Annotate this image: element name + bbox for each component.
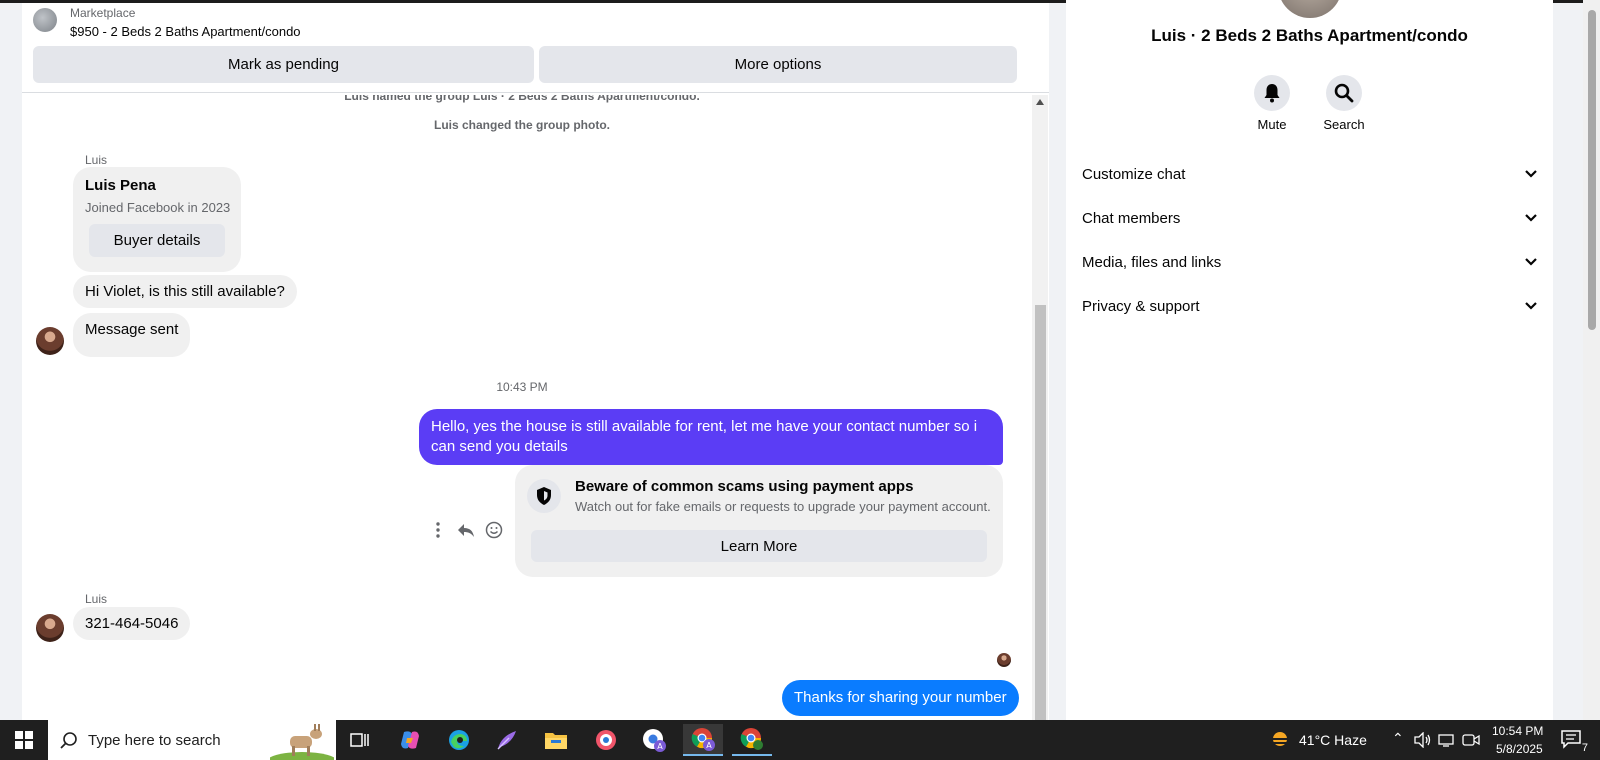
svg-text:A: A	[657, 742, 663, 751]
system-message-photo: Luis changed the group photo.	[434, 118, 610, 132]
chevron-down-icon	[1525, 258, 1537, 266]
bell-icon	[1264, 84, 1280, 103]
chat-panel: Marketplace $950 - 2 Beds 2 Baths Apartm…	[22, 3, 1049, 720]
notifications-icon[interactable]: 7	[1556, 724, 1590, 756]
windows-logo-icon	[15, 731, 33, 749]
file-explorer-icon[interactable]	[536, 724, 576, 756]
react-emoji-icon[interactable]	[484, 520, 504, 540]
outgoing-message[interactable]: Thanks for sharing your number	[782, 680, 1019, 716]
clock-date[interactable]: 5/8/2025	[1496, 742, 1543, 756]
message-timestamp: 10:43 PM	[496, 380, 548, 394]
reply-icon[interactable]	[456, 520, 476, 540]
scroll-up-arrow-icon[interactable]	[1036, 99, 1044, 105]
sender-name: Luis	[85, 592, 108, 606]
incoming-message[interactable]: Message sent	[73, 313, 191, 357]
group-photo[interactable]	[1278, 0, 1342, 18]
start-button[interactable]	[4, 724, 44, 756]
section-label: Chat members	[1082, 209, 1181, 227]
mute-button[interactable]	[1254, 75, 1290, 111]
snipping-tool-icon[interactable]	[586, 724, 626, 756]
luis-avatar[interactable]	[36, 327, 64, 355]
search-icon	[60, 732, 77, 749]
sender-name: Luis	[85, 153, 108, 167]
section-label: Customize chat	[1082, 165, 1186, 183]
incoming-message[interactable]: Hi Violet, is this still available?	[73, 275, 297, 308]
marketplace-header: Marketplace $950 - 2 Beds 2 Baths Apartm…	[22, 3, 1049, 93]
read-receipt-avatar	[997, 653, 1011, 667]
more-actions-icon[interactable]	[428, 520, 448, 540]
buyer-profile-card: Luis Pena Joined Facebook in 2023 Buyer …	[73, 167, 241, 272]
weather-haze-icon[interactable]	[1265, 724, 1295, 756]
donkey-illustration-icon	[270, 724, 334, 760]
chat-scroll-thumb[interactable]	[1035, 305, 1046, 720]
search-icon	[1334, 83, 1354, 103]
notification-count: 7	[1581, 742, 1588, 754]
more-options-button[interactable]: More options	[539, 46, 1017, 83]
chevron-down-icon	[1525, 170, 1537, 178]
buyer-name: Luis Pena	[85, 177, 156, 194]
learn-more-button[interactable]: Learn More	[531, 530, 987, 562]
chat-members-section[interactable]: Chat members	[1082, 198, 1538, 238]
windows-taskbar: Type here to search A A 41°C Haze ⌃ 10:5	[0, 720, 1600, 760]
marketplace-label: Marketplace	[70, 6, 136, 20]
clock-time[interactable]: 10:54 PM	[1492, 724, 1543, 738]
meet-now-icon[interactable]	[1460, 724, 1482, 756]
weather-text[interactable]: 41°C Haze	[1299, 732, 1367, 748]
copilot-icon[interactable]	[390, 724, 430, 756]
scam-warning-subtitle: Watch out for fake emails or requests to…	[575, 499, 991, 514]
chevron-down-icon	[1525, 302, 1537, 310]
scam-warning-title: Beware of common scams using payment app…	[575, 478, 914, 495]
section-label: Media, files and links	[1082, 253, 1222, 271]
listing-thumbnail[interactable]	[33, 8, 57, 32]
mute-label: Mute	[1257, 117, 1287, 132]
buyer-joined-text: Joined Facebook in 2023	[85, 200, 231, 215]
svg-text:A: A	[706, 741, 712, 750]
conversation-details-panel: Luis · 2 Beds 2 Baths Apartment/condo Mu…	[1066, 0, 1553, 720]
customize-chat-section[interactable]: Customize chat	[1082, 154, 1538, 194]
incoming-message-phone[interactable]: 321-464-5046	[73, 607, 191, 640]
task-view-icon[interactable]	[340, 724, 380, 756]
network-icon[interactable]	[1436, 724, 1458, 756]
chrome-profile-a-icon[interactable]: A	[634, 724, 674, 756]
outgoing-message-line: Hello, yes the house is still available …	[431, 418, 978, 435]
browser-scroll-thumb[interactable]	[1588, 10, 1596, 330]
chevron-down-icon	[1525, 214, 1537, 222]
listing-title[interactable]: $950 - 2 Beds 2 Baths Apartment/condo	[70, 24, 301, 39]
search-conversation-button[interactable]	[1326, 75, 1362, 111]
luis-avatar[interactable]	[36, 614, 64, 642]
feather-app-icon[interactable]	[487, 724, 527, 756]
browser-scrollbar[interactable]	[1583, 0, 1600, 720]
chrome-browser-icon[interactable]	[732, 724, 772, 756]
edge-browser-icon[interactable]	[439, 724, 479, 756]
show-hidden-icons-chevron-icon[interactable]: ⌃	[1392, 730, 1404, 747]
taskbar-search-placeholder: Type here to search	[88, 731, 221, 749]
mark-as-pending-button[interactable]: Mark as pending	[33, 46, 534, 83]
buyer-details-button[interactable]: Buyer details	[89, 224, 225, 257]
chat-scrollbar[interactable]	[1032, 95, 1048, 720]
chrome-profile-a-active-icon[interactable]: A	[683, 724, 723, 756]
volume-icon[interactable]	[1412, 724, 1434, 756]
privacy-support-section[interactable]: Privacy & support	[1082, 286, 1538, 326]
shield-icon	[527, 479, 561, 513]
scam-warning-card: Beware of common scams using payment app…	[515, 465, 1003, 577]
taskbar-search-box[interactable]: Type here to search	[48, 720, 336, 760]
outgoing-message-line: can send you details	[431, 438, 568, 455]
group-title: Luis · 2 Beds 2 Baths Apartment/condo	[1151, 26, 1468, 45]
media-files-links-section[interactable]: Media, files and links	[1082, 242, 1538, 282]
section-label: Privacy & support	[1082, 297, 1200, 315]
search-label: Search	[1323, 117, 1365, 132]
outgoing-message[interactable]: Hello, yes the house is still available …	[419, 409, 1003, 465]
